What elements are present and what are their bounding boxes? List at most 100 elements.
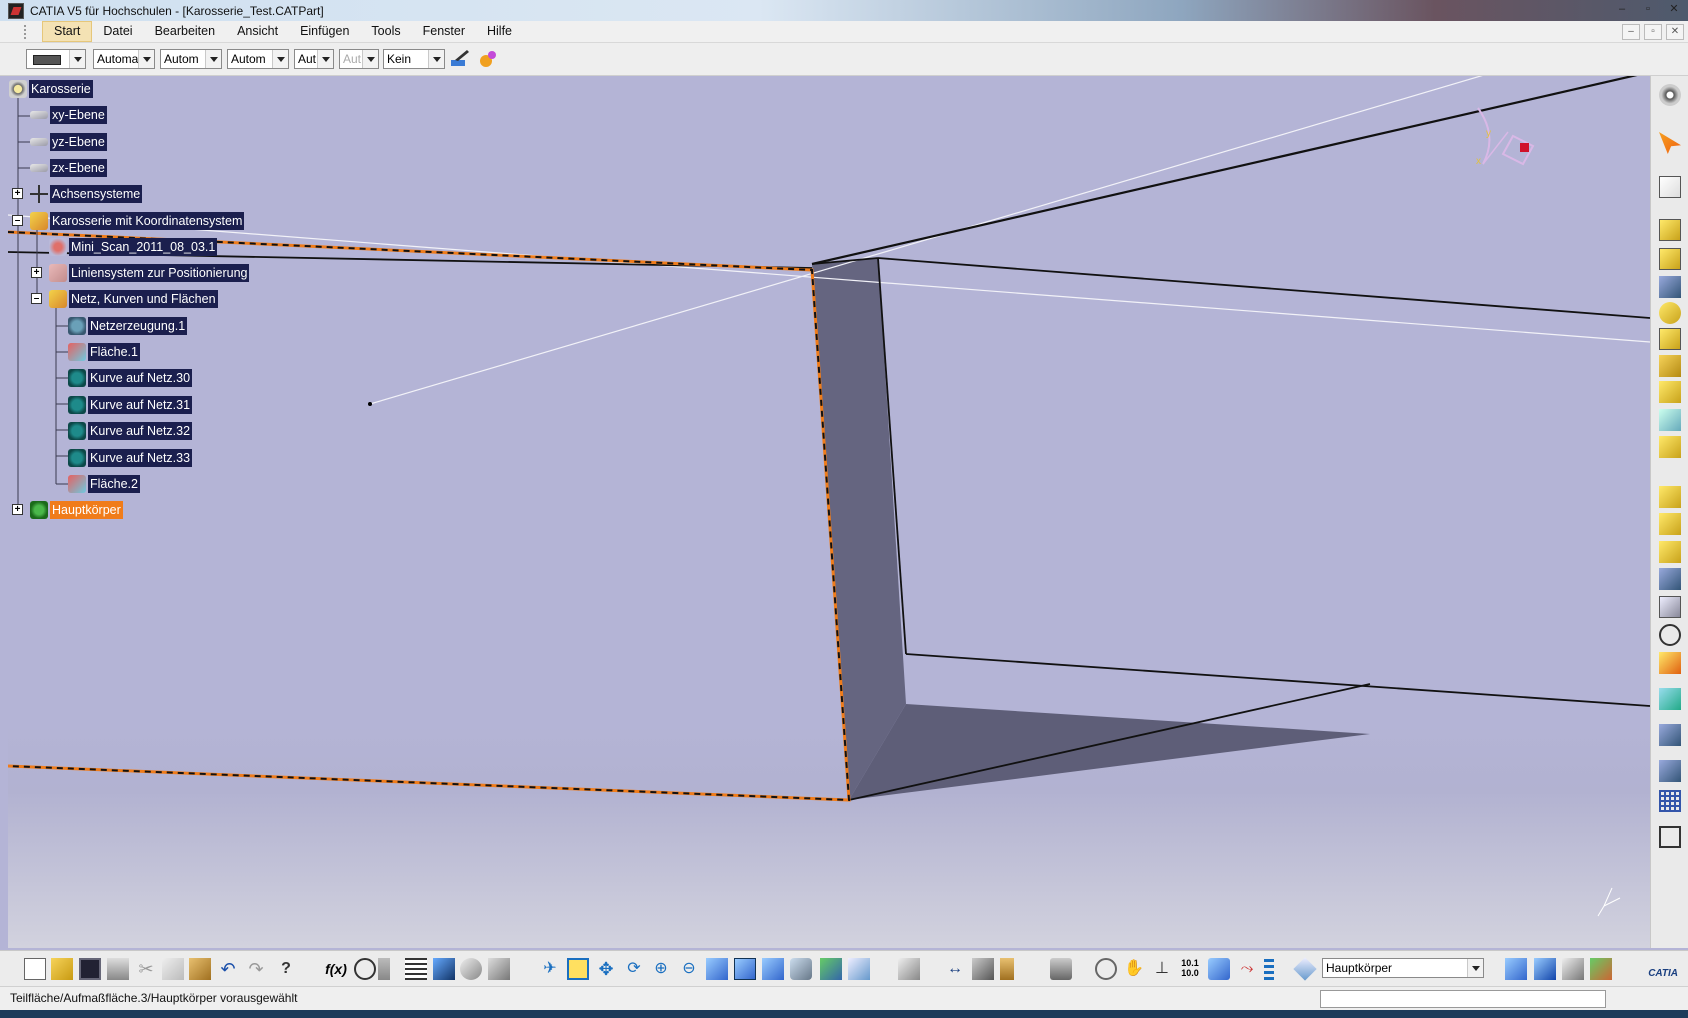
pocket-icon[interactable] [1659, 248, 1681, 270]
collapse-minus-icon[interactable]: – [31, 293, 42, 304]
stiffener-icon[interactable] [1659, 409, 1681, 431]
tree-structure-icon[interactable] [433, 958, 455, 980]
units-icon[interactable]: 10.1 10.0 [1179, 958, 1201, 980]
redo-icon[interactable]: ↷ [245, 958, 267, 980]
expand-plus-icon[interactable]: + [12, 504, 23, 515]
color-combo[interactable] [26, 49, 86, 69]
doc-close-button[interactable]: ✕ [1666, 24, 1684, 40]
close-button[interactable]: ✕ [1664, 2, 1684, 17]
tree-node-xy-plane[interactable]: xy-Ebene [30, 105, 107, 124]
edge-line[interactable] [905, 653, 1650, 707]
workbench-gear-icon[interactable] [1659, 84, 1681, 106]
collapse-minus-icon[interactable]: – [12, 215, 23, 226]
shaft-icon[interactable] [1659, 276, 1681, 298]
cylinder-icon[interactable] [1208, 958, 1230, 980]
expand-plus-icon[interactable]: + [31, 267, 42, 278]
menu-tools[interactable]: Tools [360, 22, 411, 41]
menu-fenster[interactable]: Fenster [412, 22, 476, 41]
axis-icon[interactable]: ⊥ [1151, 958, 1173, 980]
tree-node-main-body[interactable]: Hauptkörper [30, 500, 123, 519]
tree-root[interactable]: Karosserie [9, 79, 93, 98]
swap-visible-space-icon[interactable] [848, 958, 870, 980]
loft-icon[interactable] [1659, 436, 1681, 458]
current-body-combo[interactable]: Hauptkörper [1322, 958, 1484, 978]
menu-hilfe[interactable]: Hilfe [476, 22, 523, 41]
tree-node-axis-systems[interactable]: Achsensysteme [30, 184, 143, 203]
new-file-icon[interactable] [24, 958, 46, 980]
fly-mode-icon[interactable]: ✈ [539, 958, 561, 980]
tree-node-curve-31[interactable]: Kurve auf Netz.31 [68, 395, 193, 414]
pan-icon[interactable]: ✥ [595, 958, 617, 980]
groove-icon[interactable] [1659, 328, 1681, 350]
painter-brush-icon[interactable] [449, 48, 471, 70]
plane-selector-icon[interactable] [1293, 957, 1317, 981]
tree-node-line-system[interactable]: Liniensystem zur Positionierung [49, 263, 250, 282]
zoom-out-icon[interactable]: ⊖ [678, 958, 700, 980]
measure-between-icon[interactable]: ↔ [944, 958, 966, 980]
parameters-icon[interactable] [488, 958, 510, 980]
knowledge-icon[interactable] [354, 958, 376, 980]
save-icon[interactable] [79, 958, 101, 980]
formula-icon[interactable]: f(x) [325, 958, 347, 980]
table-icon[interactable] [405, 958, 427, 980]
grab-hand-icon[interactable]: ✋ [1123, 958, 1145, 980]
pattern-icon[interactable] [1659, 790, 1681, 812]
light-bulb-icon[interactable] [378, 958, 390, 980]
undo-icon[interactable]: ↶ [217, 958, 239, 980]
menu-ansicht[interactable]: Ansicht [226, 22, 289, 41]
fit-all-icon[interactable] [1659, 826, 1681, 848]
tree-node-mesh-curves-surfaces[interactable]: Netz, Kurven und Flächen [49, 289, 218, 308]
pad-icon[interactable] [1659, 219, 1681, 241]
measure-inertia-icon[interactable] [1000, 958, 1014, 980]
maximize-button[interactable]: ▫ [1638, 2, 1658, 17]
menu-bearbeiten[interactable]: Bearbeiten [144, 22, 226, 41]
line-endpoint[interactable] [368, 402, 372, 406]
paste-icon[interactable] [189, 958, 211, 980]
pattern-arrow-icon[interactable]: ⤳ [1236, 958, 1258, 980]
rotate-icon[interactable]: ⟳ [623, 958, 645, 980]
select-arrow-icon[interactable] [1659, 132, 1681, 154]
line-thickness-combo[interactable]: Autom [160, 49, 222, 69]
help-icon[interactable]: ? [275, 958, 297, 980]
insert-geometrical-set-icon[interactable] [1534, 958, 1556, 980]
open-folder-icon[interactable] [51, 958, 73, 980]
capture-camera-icon[interactable] [1050, 958, 1072, 980]
copy-icon[interactable] [162, 958, 184, 980]
fillet-icon[interactable] [1659, 486, 1681, 508]
normal-view-icon[interactable] [706, 958, 728, 980]
shaded-face-bottom[interactable] [849, 704, 1370, 800]
tree-node-surface-1[interactable]: Fläche.1 [68, 342, 140, 361]
measure-item-icon[interactable] [972, 958, 994, 980]
sketch-icon[interactable] [1659, 176, 1681, 198]
multi-view-icon[interactable] [734, 958, 756, 980]
shaded-face[interactable] [812, 258, 906, 800]
thread-icon[interactable] [1659, 596, 1681, 618]
slot-icon[interactable] [1659, 381, 1681, 403]
menu-datei[interactable]: Datei [92, 22, 143, 41]
iso-view-icon[interactable] [762, 958, 784, 980]
edge-line[interactable] [811, 76, 1650, 266]
lock-icon[interactable] [460, 958, 482, 980]
cut-icon[interactable]: ✂ [135, 958, 157, 980]
compass-icon[interactable]: y x [1476, 107, 1535, 167]
hide-show-icon[interactable] [820, 958, 842, 980]
transparency-combo[interactable]: Automa [93, 49, 155, 69]
command-input[interactable] [1320, 990, 1606, 1008]
surface-based-icon[interactable] [1659, 688, 1681, 710]
transform-icon[interactable] [1659, 652, 1681, 674]
draft-icon[interactable] [1659, 541, 1681, 563]
shell-icon[interactable] [1659, 568, 1681, 590]
measure-icon[interactable] [898, 958, 920, 980]
zoom-in-icon[interactable]: ⊕ [650, 958, 672, 980]
line-type-combo[interactable]: Autom [227, 49, 289, 69]
construction-line[interactable] [369, 76, 1650, 405]
tree-node-yz-plane[interactable]: yz-Ebene [30, 132, 107, 151]
shading-icon[interactable] [790, 958, 812, 980]
tree-node-mini-scan[interactable]: Mini_Scan_2011_08_03.1 [49, 237, 218, 256]
menu-start[interactable]: Start [42, 21, 93, 42]
doc-restore-button[interactable]: ▫ [1644, 24, 1662, 40]
rib-icon[interactable] [1659, 355, 1681, 377]
toolbar-grip[interactable] [24, 24, 32, 39]
chamfer-icon[interactable] [1659, 513, 1681, 535]
tree-node-curve-32[interactable]: Kurve auf Netz.32 [68, 421, 193, 440]
